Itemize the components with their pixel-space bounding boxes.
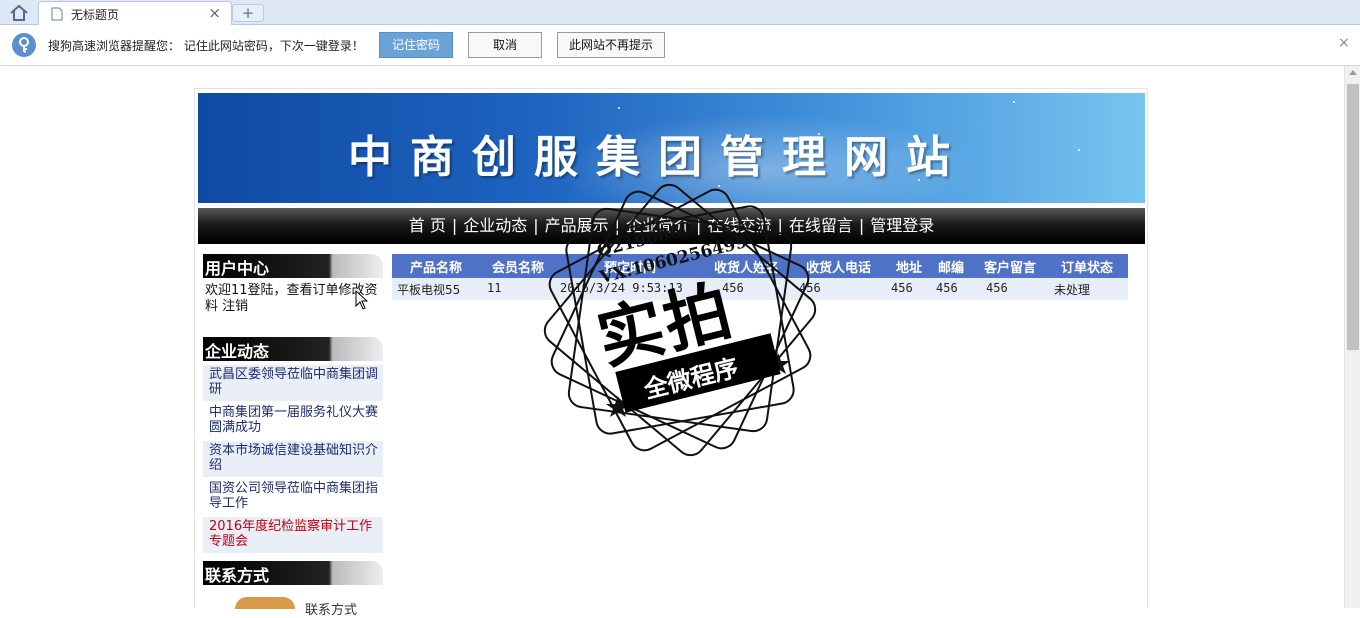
user-center-header: 用户中心 [203,254,383,278]
reminder-message: 搜狗高速浏览器提醒您： 记住此网站密码，下次一键登录！ [48,39,364,53]
news-header: 企业动态 [203,337,383,361]
news-item[interactable]: 武昌区委领导莅临中商集团调研 [203,365,383,401]
cancel-button[interactable]: 取消 [468,32,542,58]
page-icon [51,7,63,21]
scrollbar-thumb[interactable] [1347,84,1359,350]
never-remind-button[interactable]: 此网站不再提示 [557,32,665,58]
scroll-up-icon[interactable] [1349,70,1357,75]
news-item[interactable]: 国资公司领导莅临中商集团指导工作 [203,479,383,515]
mouse-cursor-icon [355,290,369,310]
browser-tab-bar: 无标题页 × + [0,0,1360,26]
vertical-scrollbar[interactable] [1344,66,1360,608]
col-product: 产品名称 [410,261,463,276]
contact-header: 联系方式 [203,561,383,585]
col-note: 客户留言 [984,261,1037,276]
remember-password-button[interactable]: 记住密码 [379,32,453,58]
contact-image [235,597,295,609]
password-reminder-bar: 搜狗高速浏览器提醒您： 记住此网站密码，下次一键登录！ 记住密码 取消 此网站不… [0,25,1360,66]
cell-product: 平板电视55 [397,283,461,297]
user-center-title: 用户中心 [205,259,270,278]
home-icon[interactable] [6,3,32,22]
close-icon[interactable]: × [1338,35,1350,51]
col-status: 订单状态 [1061,261,1114,276]
cell-zip: 456 [936,281,958,295]
news-item[interactable]: 资本市场诚信建设基础知识介绍 [203,441,383,477]
new-tab-button[interactable]: + [232,4,264,22]
news-title: 企业动态 [205,342,270,361]
news-item[interactable]: 中商集团第一届服务礼仪大赛圆满成功 [203,403,383,439]
tab-close-icon[interactable]: × [208,4,221,22]
col-zip: 邮编 [938,261,965,276]
nav-home[interactable]: 首 页 [403,208,452,244]
cell-member: 11 [487,281,502,295]
tab-title: 无标题页 [71,8,120,22]
contact-title: 联系方式 [205,566,270,585]
nav-admin-login[interactable]: 管理登录 [864,208,940,244]
nav-news[interactable]: 企业动态 [457,208,533,244]
news-item[interactable]: 2016年度纪检监察审计工作专题会 [203,517,383,553]
cell-address: 456 [891,281,913,295]
contact-caption: 联系方式 [305,603,358,618]
cell-status: 未处理 [1054,283,1091,297]
col-address: 地址 [896,261,923,276]
browser-tab[interactable]: 无标题页 × [38,1,232,26]
key-icon [12,33,36,57]
cell-note: 456 [986,281,1008,295]
